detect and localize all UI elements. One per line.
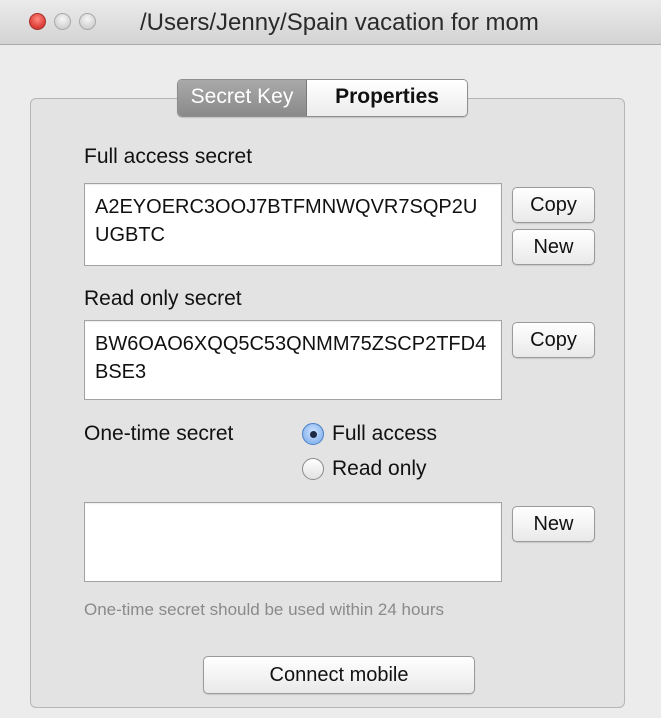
read-only-copy-button[interactable]: Copy	[512, 322, 595, 358]
minimize-light-icon[interactable]	[54, 13, 71, 30]
radio-checked-icon[interactable]	[302, 423, 324, 445]
radio-unchecked-icon[interactable]	[302, 458, 324, 480]
radio-full-access-label: Full access	[332, 422, 438, 445]
secret-key-window: /Users/Jenny/Spain vacation for mom Secr…	[0, 0, 661, 718]
tab-bar: Secret Key Properties	[177, 79, 468, 117]
read-only-label: Read only secret	[84, 287, 242, 310]
close-light-icon[interactable]	[29, 13, 46, 30]
zoom-light-icon[interactable]	[79, 13, 96, 30]
radio-read-only-label: Read only	[332, 457, 427, 480]
tab-properties[interactable]: Properties	[307, 80, 467, 116]
read-only-secret-field[interactable]: BW6OAO6XQQ5C53QNMM75ZSCP2TFD4BSE3	[84, 320, 502, 400]
one-time-hint: One-time secret should be used within 24…	[84, 600, 445, 619]
one-time-label: One-time secret	[84, 422, 234, 445]
radio-read-only[interactable]: Read only	[302, 457, 427, 481]
one-time-new-button[interactable]: New	[512, 506, 595, 542]
full-access-copy-button[interactable]: Copy	[512, 187, 595, 223]
window-title: /Users/Jenny/Spain vacation for mom	[140, 9, 539, 36]
full-access-label: Full access secret	[84, 145, 253, 168]
tab-secret-key[interactable]: Secret Key	[178, 80, 307, 116]
radio-full-access[interactable]: Full access	[302, 422, 437, 446]
one-time-secret-field[interactable]	[84, 502, 502, 582]
full-access-new-button[interactable]: New	[512, 229, 595, 265]
title-bar[interactable]: /Users/Jenny/Spain vacation for mom	[0, 0, 661, 45]
full-access-secret-field[interactable]: A2EYOERC3OOJ7BTFMNWQVR7SQP2UUGBTC	[84, 183, 502, 266]
connect-mobile-button[interactable]: Connect mobile	[203, 656, 475, 694]
